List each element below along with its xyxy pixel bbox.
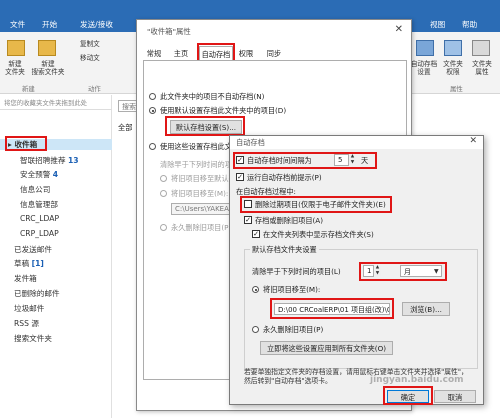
- default-archive-settings-button[interactable]: 默认存档设置(S)...: [170, 120, 242, 134]
- radio-default-archive[interactable]: [149, 107, 156, 114]
- tab-sync[interactable]: 同步: [263, 46, 285, 60]
- run-every-checkbox[interactable]: ✓: [236, 156, 244, 164]
- tab-homepage[interactable]: 主页: [169, 46, 193, 60]
- clean-unit-value: 月: [404, 268, 411, 276]
- folder-item[interactable]: 搜索文件夹: [0, 333, 112, 344]
- radio-no-archive[interactable]: [149, 93, 156, 100]
- folder-permissions-label[interactable]: 文件夹 权限: [440, 60, 466, 76]
- new-search-folder-label[interactable]: 新建 搜索文件夹: [30, 60, 66, 76]
- chevron-down-icon[interactable]: ▼: [434, 268, 439, 275]
- run-every-label: 自动存档时间间隔为: [247, 156, 312, 165]
- tab-autoarchive[interactable]: 自动存档: [199, 46, 233, 60]
- no-archive-label: 此文件夹中的项目不自动存档(N): [160, 92, 265, 101]
- tab-home[interactable]: 开始: [42, 19, 57, 30]
- browse-button[interactable]: 浏览(B)...: [402, 302, 450, 316]
- archive-or-delete-checkbox[interactable]: ✓: [244, 216, 252, 224]
- close-icon[interactable]: ✕: [469, 136, 477, 146]
- radio-custom-archive[interactable]: [149, 143, 156, 150]
- default-archive-label: 使用默认设置存档此文件夹中的项目(D): [160, 106, 287, 115]
- new-folder-label[interactable]: 新建 文件夹: [2, 60, 28, 76]
- prompt-before-checkbox[interactable]: ✓: [236, 173, 244, 181]
- new-search-folder-icon[interactable]: [38, 40, 56, 56]
- folder-item[interactable]: CRC_LDAP: [0, 214, 112, 223]
- tab-send-receive[interactable]: 发送/接收: [80, 19, 113, 30]
- radio-permanent-delete[interactable]: [252, 326, 259, 333]
- folder-item[interactable]: 草稿 [1]: [0, 258, 112, 269]
- show-archive-folder-label: 在文件夹列表中显示存档文件夹(S): [263, 230, 374, 239]
- archive-path-input[interactable]: D:\00 CRCoalERP\01 项目组(改)\05 邮: [274, 303, 390, 315]
- tab-file[interactable]: 文件: [10, 19, 25, 30]
- folder-item[interactable]: 信息管理部: [0, 199, 112, 210]
- permanent-delete-label: 永久删除旧项目(P): [263, 325, 324, 334]
- move-to-label: 将旧项目移至(M):: [171, 189, 229, 198]
- tab-view[interactable]: 视图: [430, 19, 445, 30]
- autoarchive-titlebar: 自动存档 ✕: [230, 136, 483, 149]
- folder-permissions-icon[interactable]: [444, 40, 462, 56]
- cancel-button[interactable]: 取消: [434, 390, 476, 403]
- archive-settings-icon[interactable]: [416, 40, 434, 56]
- archive-settings-label[interactable]: 自动存档 设置: [408, 60, 440, 76]
- ribbon-group-new: 新建: [22, 85, 35, 93]
- tab-general[interactable]: 常规: [143, 46, 165, 60]
- show-archive-folder-checkbox[interactable]: ✓: [252, 230, 260, 238]
- apply-all-button[interactable]: 立即将这些设置应用到所有文件夹(O): [260, 341, 393, 355]
- folder-item[interactable]: 已发送邮件: [0, 244, 112, 255]
- run-every-spinner[interactable]: ▲ ▼: [348, 154, 356, 166]
- folder-inbox[interactable]: ▸ 收件箱: [0, 139, 112, 150]
- folder-item[interactable]: 信息公司: [0, 184, 112, 195]
- move-folder-button[interactable]: 移动文: [80, 54, 100, 62]
- folder-item[interactable]: 垃圾邮件: [0, 303, 112, 314]
- tab-help[interactable]: 帮助: [462, 19, 477, 30]
- ribbon-group-properties: 属性: [450, 85, 463, 93]
- prompt-before-label: 运行自动存档前提示(P): [247, 173, 322, 182]
- copy-folder-button[interactable]: 复制文: [80, 40, 100, 48]
- radio-move-default[interactable]: [160, 175, 167, 182]
- delete-expired-label: 删除过期项目(仅限于电子邮件文件夹)(E): [255, 200, 386, 209]
- delete-expired-checkbox[interactable]: [244, 200, 252, 208]
- dialog-titlebar: "收件箱"属性 ✕: [137, 20, 411, 42]
- favorites-hint: 将您的收藏夹文件夹拖到此处: [4, 99, 88, 107]
- clean-older-label: 清除早于下列时间的项目: [160, 160, 240, 169]
- folder-item[interactable]: CRP_LDAP: [0, 229, 112, 238]
- clean-older-label: 清除早于下列时间的项目(L): [252, 267, 341, 276]
- radio-permanent-delete[interactable]: [160, 224, 167, 231]
- folder-item[interactable]: 发件箱: [0, 273, 112, 284]
- folder-item[interactable]: RSS 源: [0, 318, 112, 329]
- folder-item[interactable]: 已删除的邮件: [0, 288, 112, 299]
- permanent-delete-label: 永久删除旧项目(P): [171, 223, 232, 232]
- watermark: jingyan.baidu.com: [370, 375, 464, 385]
- filter-all-label[interactable]: 全部: [118, 123, 132, 133]
- ribbon-group-actions: 动作: [88, 85, 101, 93]
- default-folder-settings-label: 默认存档文件夹设置: [250, 245, 319, 255]
- folder-inbox-label: 收件箱: [14, 140, 38, 149]
- ok-button[interactable]: 确定: [387, 390, 429, 403]
- move-old-to-label: 将旧项目移至(M):: [263, 285, 321, 294]
- close-icon[interactable]: ✕: [395, 24, 403, 35]
- folder-properties-label[interactable]: 文件夹 属性: [468, 60, 496, 76]
- folder-item[interactable]: 安全预警 4: [0, 169, 112, 180]
- dialog-title: "收件箱"属性: [147, 27, 191, 36]
- folder-properties-icon[interactable]: [472, 40, 490, 56]
- radio-move-to[interactable]: [160, 190, 167, 197]
- folder-item[interactable]: 智联招聘推荐 13: [0, 155, 112, 166]
- search-input[interactable]: 搜索: [118, 100, 138, 112]
- tab-permissions[interactable]: 权限: [235, 46, 257, 60]
- radio-move-old-to[interactable]: [252, 286, 259, 293]
- new-folder-icon[interactable]: [7, 40, 25, 56]
- run-every-unit: 天: [361, 156, 369, 165]
- clean-value-spinner[interactable]: ▲ ▼: [373, 265, 381, 277]
- folder-pane: 将您的收藏夹文件夹拖到此处 ▸ 收件箱 智联招聘推荐 13 安全预警 4 信息公…: [0, 95, 112, 418]
- during-autoarchive-label: 在自动存档过程中:: [236, 187, 296, 196]
- autoarchive-dialog: 自动存档 ✕ ✓ 自动存档时间间隔为 5 ▲ ▼ 天 ✓ 运行自动存档前提示(P)…: [229, 135, 484, 405]
- archive-or-delete-label: 存档或删除旧项目(A): [255, 216, 324, 225]
- autoarchive-title: 自动存档: [236, 138, 265, 147]
- divider: [0, 109, 112, 110]
